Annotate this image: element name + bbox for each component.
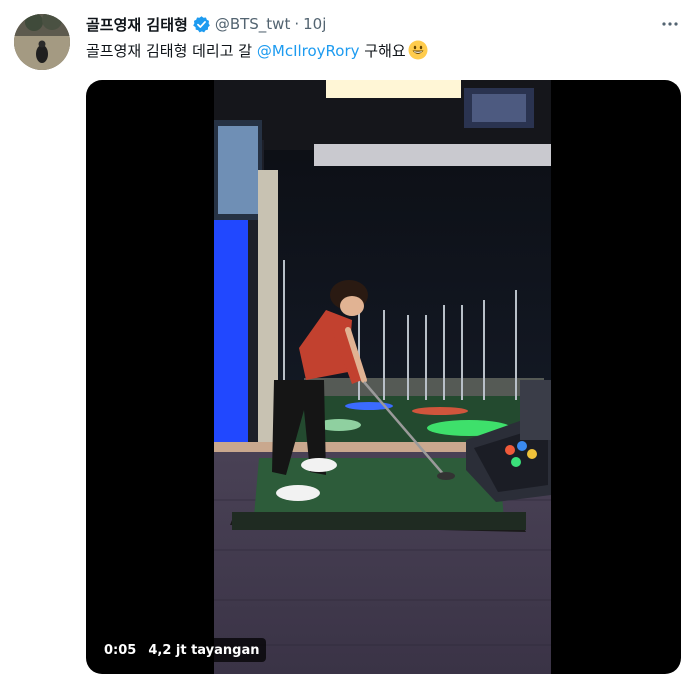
tweet-text: 골프영재 김태형 데리고 갈 @McIlroyRory 구해요 [86, 40, 428, 62]
verified-badge-icon [192, 15, 211, 34]
video-player[interactable]: 0:05 4,2 jt tayangan [86, 80, 681, 674]
avatar[interactable] [14, 14, 70, 70]
video-info-overlay: 0:05 4,2 jt tayangan [98, 638, 266, 662]
tweet-timestamp[interactable]: 10j [303, 15, 326, 33]
mention-link[interactable]: @McIlroyRory [257, 42, 360, 60]
video-elapsed-time: 0:05 [104, 642, 137, 658]
video-frame [214, 80, 551, 674]
grinning-face-emoji-icon [408, 40, 428, 60]
more-horizontal-icon[interactable] [658, 12, 682, 36]
separator-dot: · [294, 15, 300, 33]
tweet-text-before: 골프영재 김태형 데리고 갈 [86, 42, 257, 60]
display-name[interactable]: 골프영재 김태형 [86, 14, 188, 35]
user-handle[interactable]: @BTS_twt [215, 15, 291, 33]
tweet-header: 골프영재 김태형 @BTS_twt · 10j [86, 12, 680, 36]
video-view-count: 4,2 jt tayangan [148, 642, 260, 658]
tweet-text-after: 구해요 [359, 42, 406, 60]
